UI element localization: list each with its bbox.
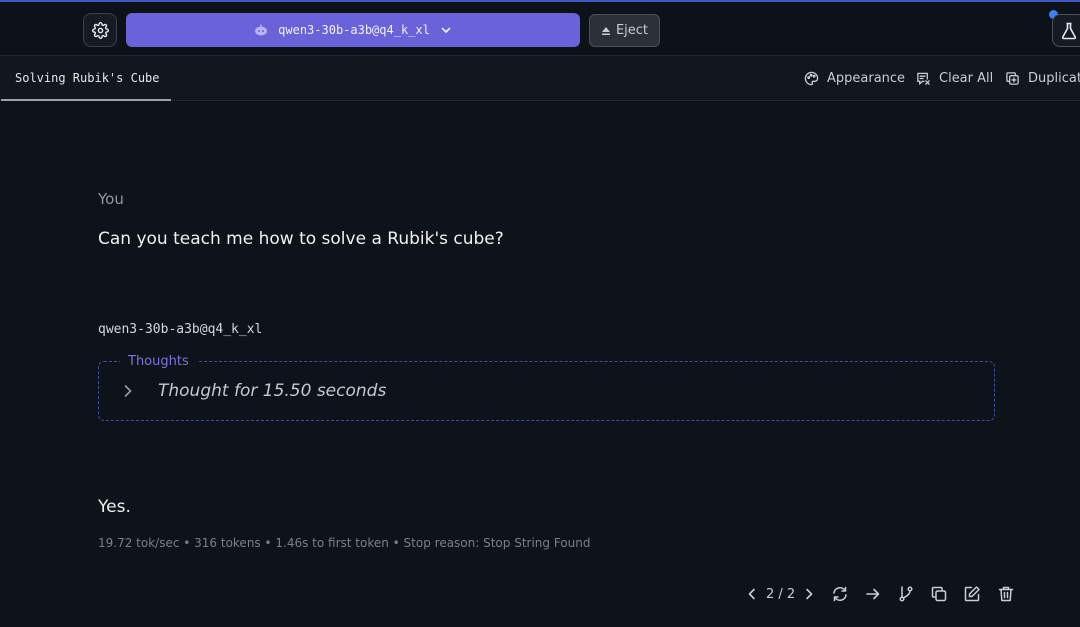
robot-icon [254, 24, 268, 36]
chevron-right-icon[interactable] [803, 587, 815, 601]
eject-button[interactable]: Eject [589, 14, 660, 47]
regenerate-button[interactable] [828, 582, 852, 606]
chat-tab-bar: Solving Rubik's Cube Appearance Clear Al… [0, 56, 1080, 101]
settings-button[interactable] [83, 13, 117, 47]
clear-chat-icon [916, 71, 931, 86]
copy-icon [930, 585, 948, 603]
eject-label: Eject [615, 23, 649, 38]
clear-all-button[interactable]: Clear All [916, 56, 993, 101]
assistant-reply: Yes. [98, 497, 131, 517]
chevron-right-icon[interactable] [121, 382, 135, 400]
clear-all-label: Clear All [939, 71, 994, 86]
user-sender-label: You [98, 190, 124, 208]
edit-icon [963, 585, 981, 603]
regenerate-icon [831, 585, 849, 603]
appearance-label: Appearance [827, 71, 906, 86]
edit-button[interactable] [960, 582, 984, 606]
palette-icon [804, 71, 819, 86]
chevron-down-icon [440, 24, 452, 36]
arrow-right-icon [864, 585, 882, 603]
branch-icon [897, 585, 915, 603]
tab-solving-rubiks-cube[interactable]: Solving Rubik's Cube [1, 56, 171, 101]
duplicate-icon [1005, 71, 1020, 86]
trash-icon [997, 585, 1015, 603]
thought-summary: Thought for 15.50 seconds [158, 381, 387, 401]
user-message: Can you teach me how to solve a Rubik's … [98, 229, 504, 249]
appearance-button[interactable]: Appearance [804, 56, 905, 101]
top-bar: qwen3-30b-a3b@q4_k_xl Eject [0, 0, 1080, 56]
continue-button[interactable] [861, 582, 885, 606]
flask-button[interactable] [1052, 14, 1080, 47]
message-pager: 2 / 2 [746, 581, 815, 607]
branch-button[interactable] [894, 582, 918, 606]
assistant-model-name: qwen3-30b-a3b@q4_k_xl [98, 322, 263, 337]
delete-button[interactable] [994, 582, 1018, 606]
duplicate-label: Duplicate [1028, 71, 1080, 86]
thoughts-label: Thoughts [120, 354, 197, 369]
copy-button[interactable] [927, 582, 951, 606]
duplicate-button[interactable]: Duplicate [1005, 56, 1080, 101]
eject-icon [601, 26, 611, 36]
flask-icon [1061, 22, 1077, 40]
generation-stats: 19.72 tok/sec • 316 tokens • 1.46s to fi… [98, 536, 591, 550]
pager-label: 2 / 2 [766, 586, 796, 602]
gear-icon [91, 21, 109, 39]
model-label: qwen3-30b-a3b@q4_k_xl [278, 23, 430, 37]
model-selector-button[interactable]: qwen3-30b-a3b@q4_k_xl [126, 13, 580, 47]
chevron-left-icon[interactable] [746, 587, 758, 601]
